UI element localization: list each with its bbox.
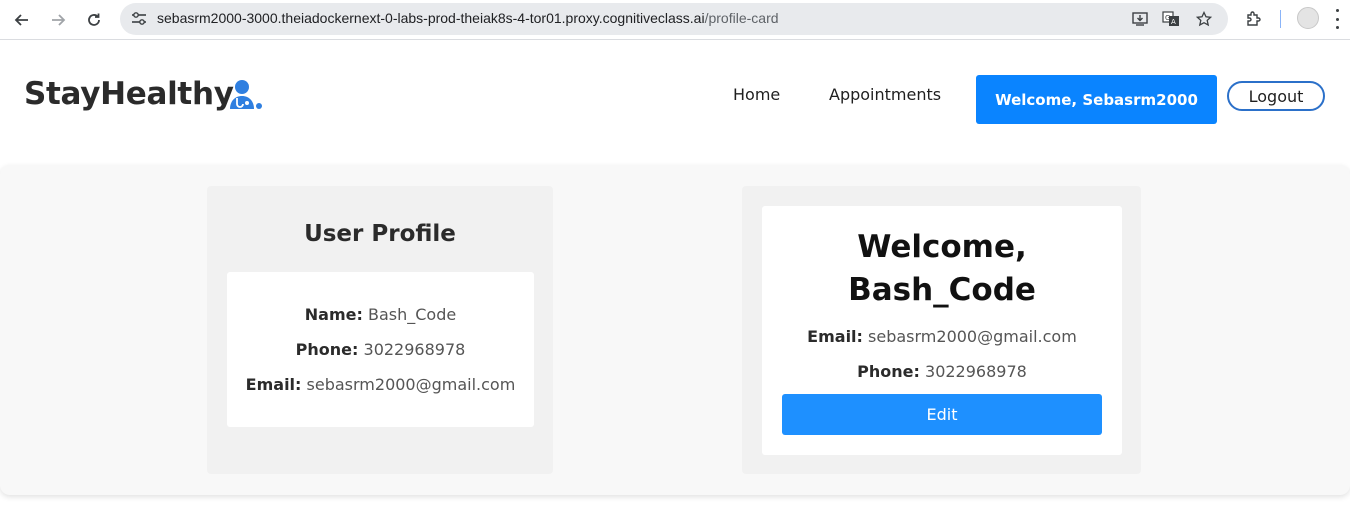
browser-toolbar: sebasrm2000-3000.theiadockernext-0-labs-… [0,0,1350,40]
main-content: User Profile Name: Bash_Code Phone: 3022… [0,165,1350,495]
welcome-heading: Welcome, Bash_Code [762,226,1122,312]
welcome-phone-row: Phone: 3022968978 [762,362,1122,381]
profile-phone-row: Phone: 3022968978 [227,340,534,359]
url-text[interactable]: sebasrm2000-3000.theiadockernext-0-labs-… [157,10,779,26]
user-profile-card: Name: Bash_Code Phone: 3022968978 Email:… [227,272,534,427]
welcome-email-label: Email: [807,327,863,346]
edit-profile-button[interactable]: Edit [782,394,1102,435]
welcome-heading-line2: Bash_Code [848,272,1036,308]
svg-text:A: A [1171,18,1176,26]
site-logo-text[interactable]: StayHealthy [24,76,234,112]
bookmark-star-icon[interactable] [1194,9,1214,29]
extensions-icon[interactable] [1243,8,1265,30]
reload-icon[interactable] [80,6,108,34]
user-profile-panel: User Profile Name: Bash_Code Phone: 3022… [207,186,553,474]
welcome-card: Welcome, Bash_Code Email: sebasrm2000@gm… [762,206,1122,455]
profile-avatar[interactable] [1297,7,1319,29]
user-profile-title: User Profile [304,221,456,247]
nav-home-link[interactable]: Home [733,85,780,104]
kebab-menu-icon[interactable] [1334,9,1340,29]
back-arrow-icon[interactable] [8,6,36,34]
welcome-phone-value: 3022968978 [925,362,1027,381]
profile-email-label: Email: [245,375,302,394]
welcome-email-row: Email: sebasrm2000@gmail.com [762,327,1122,346]
url-path: /profile-card [704,10,779,26]
url-host: sebasrm2000-3000.theiadockernext-0-labs-… [157,10,705,26]
profile-name-label: Name: [304,305,363,324]
welcome-user-button[interactable]: Welcome, Sebasrm2000 [976,75,1217,124]
welcome-phone-label: Phone: [857,362,920,381]
address-bar[interactable]: sebasrm2000-3000.theiadockernext-0-labs-… [120,3,1228,35]
forward-arrow-icon[interactable] [44,6,72,34]
toolbar-divider [1280,10,1281,28]
profile-email-row: Email: sebasrm2000@gmail.com [227,375,534,394]
translate-icon[interactable]: GA [1161,9,1181,29]
welcome-heading-line1: Welcome, [857,229,1027,265]
install-app-icon[interactable] [1130,9,1150,29]
doctor-icon [228,79,264,111]
nav-appointments-link[interactable]: Appointments [829,85,941,104]
svg-text:G: G [1165,14,1170,22]
logout-button[interactable]: Logout [1227,81,1325,111]
profile-name-value: Bash_Code [367,305,457,324]
site-settings-icon[interactable] [130,10,148,28]
welcome-panel: Welcome, Bash_Code Email: sebasrm2000@gm… [742,186,1141,474]
profile-name-row: Name: Bash_Code [227,305,534,324]
profile-phone-label: Phone: [295,340,359,359]
site-navbar: StayHealthy Home Appointments Welcome, S… [0,41,1350,163]
welcome-email-value: sebasrm2000@gmail.com [868,327,1077,346]
profile-phone-value: 3022968978 [363,340,466,359]
profile-email-value: sebasrm2000@gmail.com [306,375,516,394]
